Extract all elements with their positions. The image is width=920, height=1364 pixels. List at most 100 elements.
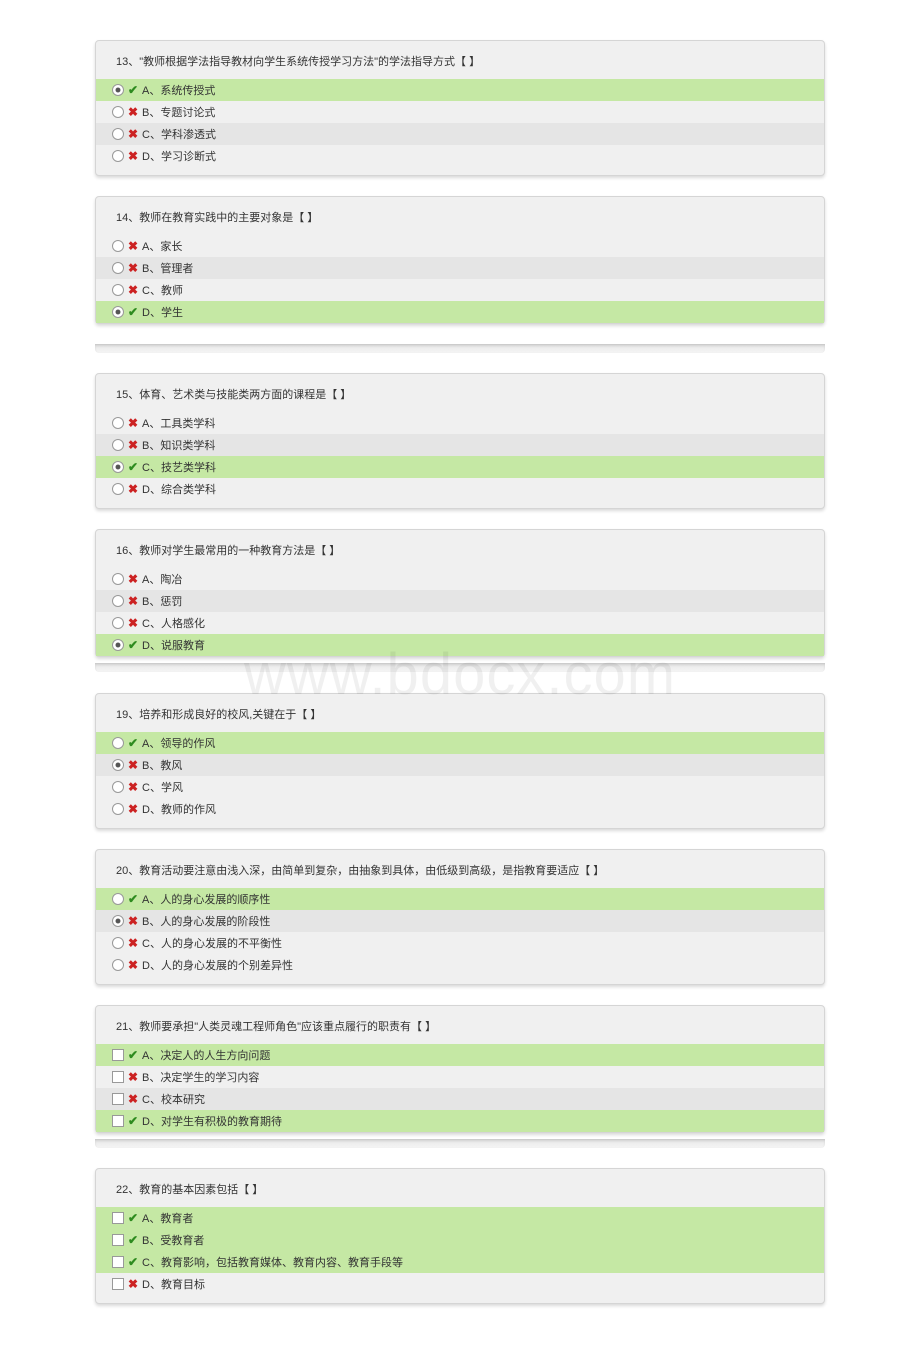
cross-icon: ✖ [127,149,139,163]
option-c[interactable]: ✖C、学风 [96,776,824,798]
question-title: 20、教育活动要注意由浅入深，由简单到复杂，由抽象到具体，由低级到高级，是指教育… [96,850,824,888]
option-b[interactable]: ✔B、受教育者 [96,1229,824,1251]
check-icon: ✔ [127,1114,139,1128]
radio-icon [112,306,124,318]
options-list: ✖A、工具类学科 ✖B、知识类学科 ✔C、技艺类学科 ✖D、综合类学科 [96,412,824,508]
radio-icon [112,84,124,96]
radio-icon [112,262,124,274]
option-d[interactable]: ✔D、学生 [96,301,824,323]
radio-icon [112,759,124,771]
question-block-19: 19、培养和形成良好的校风,关键在于【 】 ✔A、领导的作风 ✖B、教风 ✖C、… [95,693,825,829]
radio-icon [112,937,124,949]
cross-icon: ✖ [127,936,139,950]
option-d[interactable]: ✖D、教师的作风 [96,798,824,820]
option-b[interactable]: ✖B、决定学生的学习内容 [96,1066,824,1088]
option-b[interactable]: ✖B、教风 [96,754,824,776]
option-a[interactable]: ✖A、家长 [96,235,824,257]
radio-icon [112,959,124,971]
option-c[interactable]: ✔C、技艺类学科 [96,456,824,478]
option-a[interactable]: ✔A、领导的作风 [96,732,824,754]
question-title: 16、教师对学生最常用的一种教育方法是【 】 [96,530,824,568]
cross-icon: ✖ [127,958,139,972]
option-a[interactable]: ✖A、陶冶 [96,568,824,590]
check-icon: ✔ [127,736,139,750]
option-a[interactable]: ✔A、教育者 [96,1207,824,1229]
options-list: ✖A、陶冶 ✖B、惩罚 ✖C、人格感化 ✔D、说服教育 [96,568,824,656]
check-icon: ✔ [127,460,139,474]
option-d[interactable]: ✔D、对学生有积极的教育期待 [96,1110,824,1132]
check-icon: ✔ [127,892,139,906]
question-title: 15、体育、艺术类与技能类两方面的课程是【 】 [96,374,824,412]
option-a[interactable]: ✖A、工具类学科 [96,412,824,434]
radio-icon [112,893,124,905]
question-title: 22、教育的基本因素包括【 】 [96,1169,824,1207]
option-a[interactable]: ✔A、决定人的人生方向问题 [96,1044,824,1066]
option-c[interactable]: ✔C、教育影响，包括教育媒体、教育内容、教育手段等 [96,1251,824,1273]
options-list: ✔A、系统传授式 ✖B、专题讨论式 ✖C、学科渗透式 ✖D、学习诊断式 [96,79,824,175]
options-list: ✔A、人的身心发展的顺序性 ✖B、人的身心发展的阶段性 ✖C、人的身心发展的不平… [96,888,824,984]
checkbox-icon [112,1115,124,1127]
checkbox-icon [112,1049,124,1061]
radio-icon [112,417,124,429]
option-b[interactable]: ✖B、专题讨论式 [96,101,824,123]
radio-icon [112,803,124,815]
option-c[interactable]: ✖C、人的身心发展的不平衡性 [96,932,824,954]
checkbox-icon [112,1234,124,1246]
cross-icon: ✖ [127,438,139,452]
radio-icon [112,150,124,162]
option-d[interactable]: ✔D、说服教育 [96,634,824,656]
option-b[interactable]: ✖B、惩罚 [96,590,824,612]
question-title: 14、教师在教育实践中的主要对象是【 】 [96,197,824,235]
options-list: ✔A、教育者 ✔B、受教育者 ✔C、教育影响，包括教育媒体、教育内容、教育手段等… [96,1207,824,1303]
option-b[interactable]: ✖B、人的身心发展的阶段性 [96,910,824,932]
radio-icon [112,128,124,140]
check-icon: ✔ [127,638,139,652]
cross-icon: ✖ [127,1092,139,1106]
option-d[interactable]: ✖D、教育目标 [96,1273,824,1295]
radio-icon [112,595,124,607]
cross-icon: ✖ [127,572,139,586]
radio-icon [112,617,124,629]
option-c[interactable]: ✖C、教师 [96,279,824,301]
option-d[interactable]: ✖D、综合类学科 [96,478,824,500]
question-block-20: 20、教育活动要注意由浅入深，由简单到复杂，由抽象到具体，由低级到高级，是指教育… [95,849,825,985]
option-c[interactable]: ✖C、人格感化 [96,612,824,634]
cross-icon: ✖ [127,261,139,275]
cross-icon: ✖ [127,283,139,297]
option-a[interactable]: ✔A、人的身心发展的顺序性 [96,888,824,910]
check-icon: ✔ [127,305,139,319]
question-block-22: 22、教育的基本因素包括【 】 ✔A、教育者 ✔B、受教育者 ✔C、教育影响，包… [95,1168,825,1304]
question-block-15: 15、体育、艺术类与技能类两方面的课程是【 】 ✖A、工具类学科 ✖B、知识类学… [95,373,825,509]
radio-icon [112,737,124,749]
radio-icon [112,461,124,473]
option-d[interactable]: ✖D、人的身心发展的个别差异性 [96,954,824,976]
question-block-16: 16、教师对学生最常用的一种教育方法是【 】 ✖A、陶冶 ✖B、惩罚 ✖C、人格… [95,529,825,657]
checkbox-icon [112,1278,124,1290]
radio-icon [112,483,124,495]
option-b[interactable]: ✖B、管理者 [96,257,824,279]
cross-icon: ✖ [127,1070,139,1084]
option-c[interactable]: ✖C、学科渗透式 [96,123,824,145]
radio-icon [112,284,124,296]
cross-icon: ✖ [127,758,139,772]
radio-icon [112,781,124,793]
radio-icon [112,639,124,651]
question-title: 19、培养和形成良好的校风,关键在于【 】 [96,694,824,732]
cross-icon: ✖ [127,1277,139,1291]
option-d[interactable]: ✖D、学习诊断式 [96,145,824,167]
checkbox-icon [112,1093,124,1105]
option-c[interactable]: ✖C、校本研究 [96,1088,824,1110]
question-block-21: 21、教师要承担"人类灵魂工程师角色"应该重点履行的职责有【 】 ✔A、决定人的… [95,1005,825,1133]
separator [95,1139,825,1148]
option-a[interactable]: ✔A、系统传授式 [96,79,824,101]
cross-icon: ✖ [127,914,139,928]
radio-icon [112,915,124,927]
cross-icon: ✖ [127,239,139,253]
cross-icon: ✖ [127,802,139,816]
question-title: 13、"教师根据学法指导教材向学生系统传授学习方法"的学法指导方式【 】 [96,41,824,79]
checkbox-icon [112,1071,124,1083]
quiz-container: 13、"教师根据学法指导教材向学生系统传授学习方法"的学法指导方式【 】 ✔A、… [95,40,825,1304]
check-icon: ✔ [127,83,139,97]
option-b[interactable]: ✖B、知识类学科 [96,434,824,456]
question-block-13: 13、"教师根据学法指导教材向学生系统传授学习方法"的学法指导方式【 】 ✔A、… [95,40,825,176]
